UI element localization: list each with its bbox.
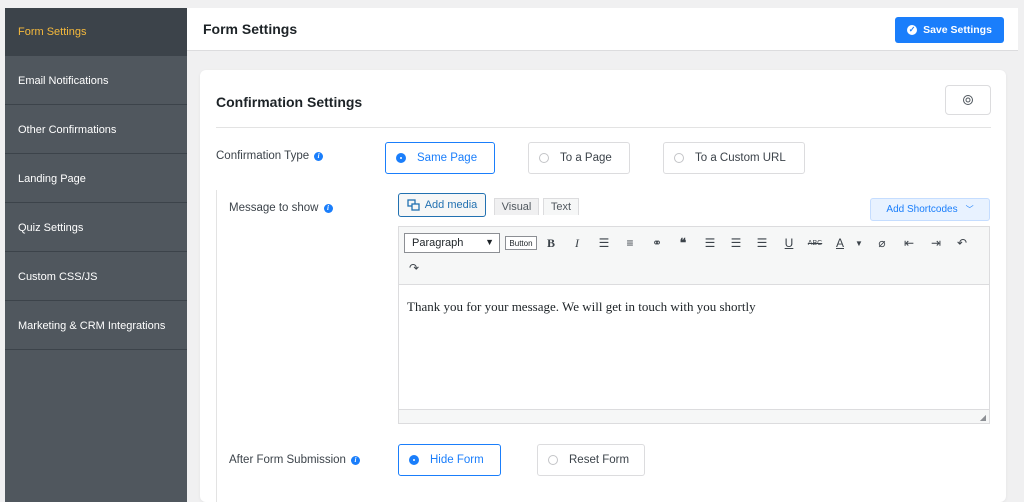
undo-icon[interactable]: ↶ <box>953 234 971 252</box>
radio-label: Same Page <box>417 152 478 164</box>
radio-label: To a Custom URL <box>695 152 786 164</box>
confirmation-settings-card: Confirmation Settings Confirmation Type … <box>200 70 1006 502</box>
format-select[interactable]: Paragraph ▼ <box>404 233 500 253</box>
help-button[interactable] <box>945 85 991 115</box>
radio-dot-icon <box>548 455 558 465</box>
confirmation-type-text: Confirmation Type <box>216 150 310 162</box>
radio-label: Reset Form <box>569 454 630 466</box>
italic-icon[interactable]: I <box>568 234 586 252</box>
sidebar-item-label: Form Settings <box>18 25 87 38</box>
sidebar-item-email-notifications[interactable]: Email Notifications <box>5 57 187 105</box>
sidebar-item-label: Quiz Settings <box>18 221 84 234</box>
message-label-text: Message to show <box>229 202 319 214</box>
format-select-value: Paragraph <box>412 237 464 249</box>
tab-label: Visual <box>501 201 532 213</box>
editor-statusbar: ◢ <box>399 409 989 423</box>
align-left-icon[interactable]: ☰ <box>701 234 719 252</box>
eraser-icon[interactable]: ⌀ <box>873 234 891 252</box>
radio-dot-icon <box>396 153 406 163</box>
outdent-icon[interactable]: ⇤ <box>900 234 918 252</box>
add-shortcodes-dropdown[interactable]: Add Shortcodes ﹀ <box>870 198 990 221</box>
info-icon[interactable]: i <box>350 455 360 465</box>
globe-icon <box>963 95 973 105</box>
message-to-show-label: Message to show i <box>229 202 333 214</box>
radio-dot-icon <box>409 455 419 465</box>
sidebar-item-label: Landing Page <box>18 172 86 185</box>
sidebar-item-quiz-settings[interactable]: Quiz Settings <box>5 204 187 252</box>
align-right-icon[interactable]: ☰ <box>753 234 771 252</box>
page-header: Form Settings ✓ Save Settings <box>187 8 1018 51</box>
text-color-icon[interactable]: A <box>831 234 849 252</box>
info-icon[interactable]: i <box>314 151 324 161</box>
radio-label: To a Page <box>560 152 612 164</box>
editor-content[interactable]: Thank you for your message. We will get … <box>399 285 989 409</box>
sidebar-item-landing-page[interactable]: Landing Page <box>5 155 187 203</box>
save-settings-label: Save Settings <box>923 24 992 36</box>
info-icon[interactable]: i <box>323 203 333 213</box>
check-circle-icon: ✓ <box>907 25 918 35</box>
radio-dot-icon <box>539 153 549 163</box>
blockquote-icon[interactable]: ❝ <box>674 234 692 252</box>
radio-reset-form[interactable]: Reset Form <box>537 444 645 476</box>
save-settings-button[interactable]: ✓ Save Settings <box>895 17 1004 43</box>
editor-text: Thank you for your message. We will get … <box>407 299 756 314</box>
bold-icon[interactable]: B <box>542 234 560 252</box>
settings-sidebar: Form Settings Email Notifications Other … <box>5 8 187 502</box>
radio-hide-form[interactable]: Hide Form <box>398 444 501 476</box>
after-submission-label: After Form Submission i <box>229 454 360 466</box>
sidebar-item-label: Email Notifications <box>18 74 109 87</box>
radio-label: Hide Form <box>430 454 484 466</box>
sidebar-item-form-settings[interactable]: Form Settings <box>5 8 187 56</box>
sidebar-item-label: Custom CSS/JS <box>18 270 98 283</box>
underline-icon[interactable]: U <box>780 234 798 252</box>
add-shortcodes-label: Add Shortcodes <box>886 204 958 215</box>
chevron-down-icon: ﹀ <box>965 205 974 214</box>
sidebar-item-other-confirmations[interactable]: Other Confirmations <box>5 106 187 154</box>
link-icon[interactable]: ⚭ <box>648 234 666 252</box>
strikethrough-icon[interactable]: ABC <box>806 234 824 252</box>
divider <box>216 127 991 128</box>
sidebar-item-custom-css-js[interactable]: Custom CSS/JS <box>5 253 187 301</box>
insert-button-button[interactable]: Button <box>505 236 537 250</box>
caret-down-icon[interactable]: ▼ <box>850 234 868 252</box>
editor-toolbar: Paragraph ▼ Button B I ☰ ≡ ⚭ ❝ ☰ ☰ ☰ U A… <box>399 227 989 285</box>
radio-to-custom-url[interactable]: To a Custom URL <box>663 142 805 174</box>
page-title: Form Settings <box>203 21 298 37</box>
after-submission-text: After Form Submission <box>229 454 346 466</box>
confirmation-type-label: Confirmation Type i <box>216 150 324 162</box>
sidebar-item-label: Marketing & CRM Integrations <box>18 319 166 332</box>
redo-icon[interactable]: ↷ <box>405 259 423 277</box>
section-divider <box>216 190 217 502</box>
sidebar-item-label: Other Confirmations <box>18 123 117 136</box>
radio-dot-icon <box>674 153 684 163</box>
tab-visual[interactable]: Visual <box>494 198 539 215</box>
bullet-list-icon[interactable]: ☰ <box>595 234 613 252</box>
add-media-button[interactable]: Add media <box>398 193 486 217</box>
tab-text[interactable]: Text <box>543 198 579 215</box>
tab-label: Text <box>550 201 572 213</box>
caret-down-icon: ▼ <box>485 237 494 247</box>
add-media-label: Add media <box>424 199 478 211</box>
card-title: Confirmation Settings <box>216 94 363 110</box>
sidebar-item-marketing-crm[interactable]: Marketing & CRM Integrations <box>5 302 187 350</box>
resize-handle-icon[interactable]: ◢ <box>980 413 986 422</box>
indent-icon[interactable]: ⇥ <box>927 234 945 252</box>
wysiwyg-editor: Paragraph ▼ Button B I ☰ ≡ ⚭ ❝ ☰ ☰ ☰ U A… <box>398 226 990 424</box>
numbered-list-icon[interactable]: ≡ <box>621 234 639 252</box>
align-center-icon[interactable]: ☰ <box>727 234 745 252</box>
media-icon <box>407 199 420 211</box>
radio-same-page[interactable]: Same Page <box>385 142 495 174</box>
radio-to-a-page[interactable]: To a Page <box>528 142 630 174</box>
insert-button-label: Button <box>509 238 533 248</box>
